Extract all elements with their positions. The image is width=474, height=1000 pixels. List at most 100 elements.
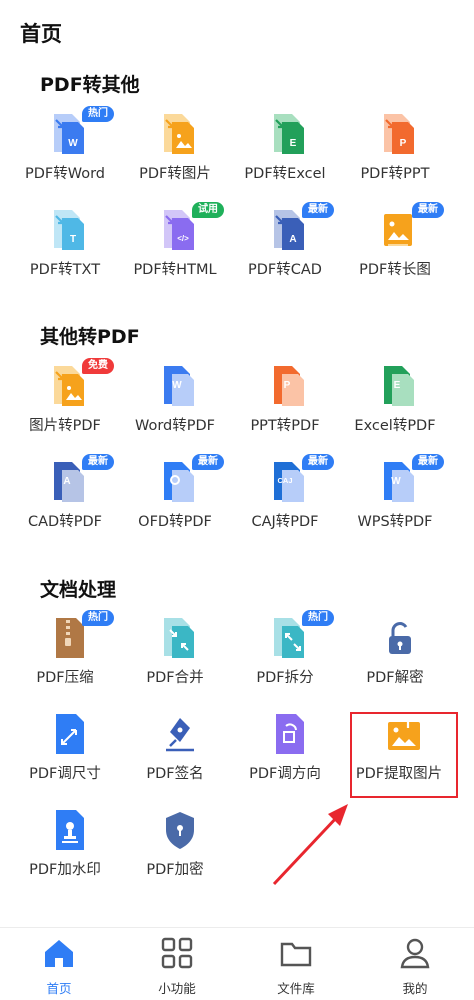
tool-word-to-pdf[interactable]: W Word转PDF [120,358,230,452]
svg-text:W: W [172,380,182,391]
excel-to-pdf-icon: E [380,364,420,408]
page-title: 首页 [20,22,62,46]
svg-text:E: E [394,380,401,391]
badge-new: 最新 [412,454,444,470]
svg-text:CAJ: CAJ [277,476,292,485]
tool-label: PDF转Word [24,166,106,182]
word-to-pdf-icon: W [160,364,200,408]
badge-hot: 热门 [82,106,114,122]
svg-text:W: W [68,138,78,149]
grid-document-processing: 热门 PDF压缩 PDF合并 热门 PDF拆分 PDF解密 PDF调尺寸 PDF… [0,610,474,900]
nav-label: 我的 [402,981,428,996]
tool-pdf-extract-image[interactable]: PDF提取图片 [344,706,454,800]
tool-label: PDF转CAD [248,262,322,278]
tool-pdf-to-excel[interactable]: E PDF转Excel [230,106,340,200]
tool-pdf-split[interactable]: 热门 PDF拆分 [230,610,340,704]
tool-excel-to-pdf[interactable]: E Excel转PDF [340,358,450,452]
tool-pdf-encrypt[interactable]: PDF加密 [120,802,230,896]
annotation-arrow-icon [272,804,348,886]
svg-text:A: A [63,476,70,487]
tool-label: PDF转长图 [359,262,431,278]
pdf-resize-icon [50,712,90,756]
grid-other-to-pdf: 免费 图片转PDF W Word转PDF P PPT转PDF E Excel转P… [0,358,474,558]
tool-cad-to-pdf[interactable]: A 最新 CAD转PDF [10,454,120,548]
tool-pdf-decrypt[interactable]: PDF解密 [340,610,450,704]
tool-label: PDF加水印 [29,862,101,878]
tool-label: 图片转PDF [29,418,101,434]
pdf-to-ppt-icon: P [380,112,420,156]
tool-label: PDF加密 [146,862,204,878]
nav-tools[interactable]: 小功能 [118,928,236,1000]
tool-pdf-resize[interactable]: PDF调尺寸 [10,706,120,800]
tool-label: PDF签名 [146,766,204,782]
badge-new: 最新 [302,454,334,470]
tool-pdf-to-ppt[interactable]: P PDF转PPT [340,106,450,200]
tool-pdf-to-long-image[interactable]: 最新 PDF转长图 [340,202,450,296]
badge-new: 最新 [82,454,114,470]
section-title-pdf-to-other: PDF转其他 [40,74,140,96]
badge-new: 最新 [302,202,334,218]
tool-label: OFD转PDF [138,514,212,530]
folder-icon [279,936,313,970]
tool-pdf-rotate[interactable]: PDF调方向 [230,706,340,800]
tool-ofd-to-pdf[interactable]: 最新 OFD转PDF [120,454,230,548]
pdf-to-image-icon [160,112,200,156]
pdf-to-txt-icon: T [50,208,90,252]
tool-caj-to-pdf[interactable]: CAJ 最新 CAJ转PDF [230,454,340,548]
extract-image-icon [384,712,424,756]
tool-ppt-to-pdf[interactable]: P PPT转PDF [230,358,340,452]
tool-label: PDF转PPT [360,166,430,182]
home-icon [42,936,76,970]
watermark-stamp-icon [50,808,90,852]
section-title-other-to-pdf: 其他转PDF [40,326,140,348]
svg-text:A: A [289,234,296,245]
grid-pdf-to-other: W 热门 PDF转Word PDF转图片 E PDF转Excel P PDF转P… [0,106,474,306]
tool-image-to-pdf[interactable]: 免费 图片转PDF [10,358,120,452]
tool-label: PDF合并 [146,670,204,686]
tool-label: Word转PDF [134,418,216,434]
nav-profile[interactable]: 我的 [356,928,474,1000]
user-icon [398,936,432,970]
tool-pdf-to-txt[interactable]: T PDF转TXT [10,202,120,296]
tool-label: CAD转PDF [28,514,102,530]
nav-home[interactable]: 首页 [0,928,118,1000]
badge-new: 最新 [412,202,444,218]
nav-label: 文件库 [277,981,315,996]
tool-label: PDF转Excel [244,166,326,182]
pdf-to-excel-icon: E [270,112,310,156]
tool-pdf-watermark[interactable]: PDF加水印 [10,802,120,896]
tool-label: CAJ转PDF [251,514,319,530]
nav-files[interactable]: 文件库 [237,928,355,1000]
tool-label: PDF转HTML [133,262,217,278]
tool-pdf-to-cad[interactable]: A 最新 PDF转CAD [230,202,340,296]
pdf-rotate-icon [270,712,310,756]
section-title-document-processing: 文档处理 [40,579,117,601]
svg-text:W: W [391,476,401,487]
tool-label: PDF提取图片 [355,766,443,782]
tool-pdf-to-image[interactable]: PDF转图片 [120,106,230,200]
tool-pdf-merge[interactable]: PDF合并 [120,610,230,704]
pen-nib-icon [160,712,200,756]
tool-pdf-sign[interactable]: PDF签名 [120,706,230,800]
tool-label: PDF压缩 [36,670,94,686]
tool-pdf-to-html[interactable]: </> 试用 PDF转HTML [120,202,230,296]
svg-text:T: T [70,234,76,245]
tool-label: PDF调方向 [249,766,321,782]
badge-hot: 热门 [302,610,334,626]
tool-pdf-compress[interactable]: 热门 PDF压缩 [10,610,120,704]
badge-new: 最新 [192,454,224,470]
badge-hot: 热门 [82,610,114,626]
tool-label: PDF转图片 [139,166,211,182]
tool-label: PDF解密 [366,670,424,686]
badge-trial: 试用 [192,202,224,218]
grid-icon [160,936,194,970]
tool-label: Excel转PDF [354,418,436,434]
svg-text:E: E [290,138,297,149]
svg-text:P: P [284,380,291,391]
badge-free: 免费 [82,358,114,374]
shield-lock-icon [160,808,200,852]
tool-wps-to-pdf[interactable]: W 最新 WPS转PDF [340,454,450,548]
tool-label: PDF拆分 [256,670,314,686]
tool-pdf-to-word[interactable]: W 热门 PDF转Word [10,106,120,200]
tool-label: PDF调尺寸 [29,766,101,782]
